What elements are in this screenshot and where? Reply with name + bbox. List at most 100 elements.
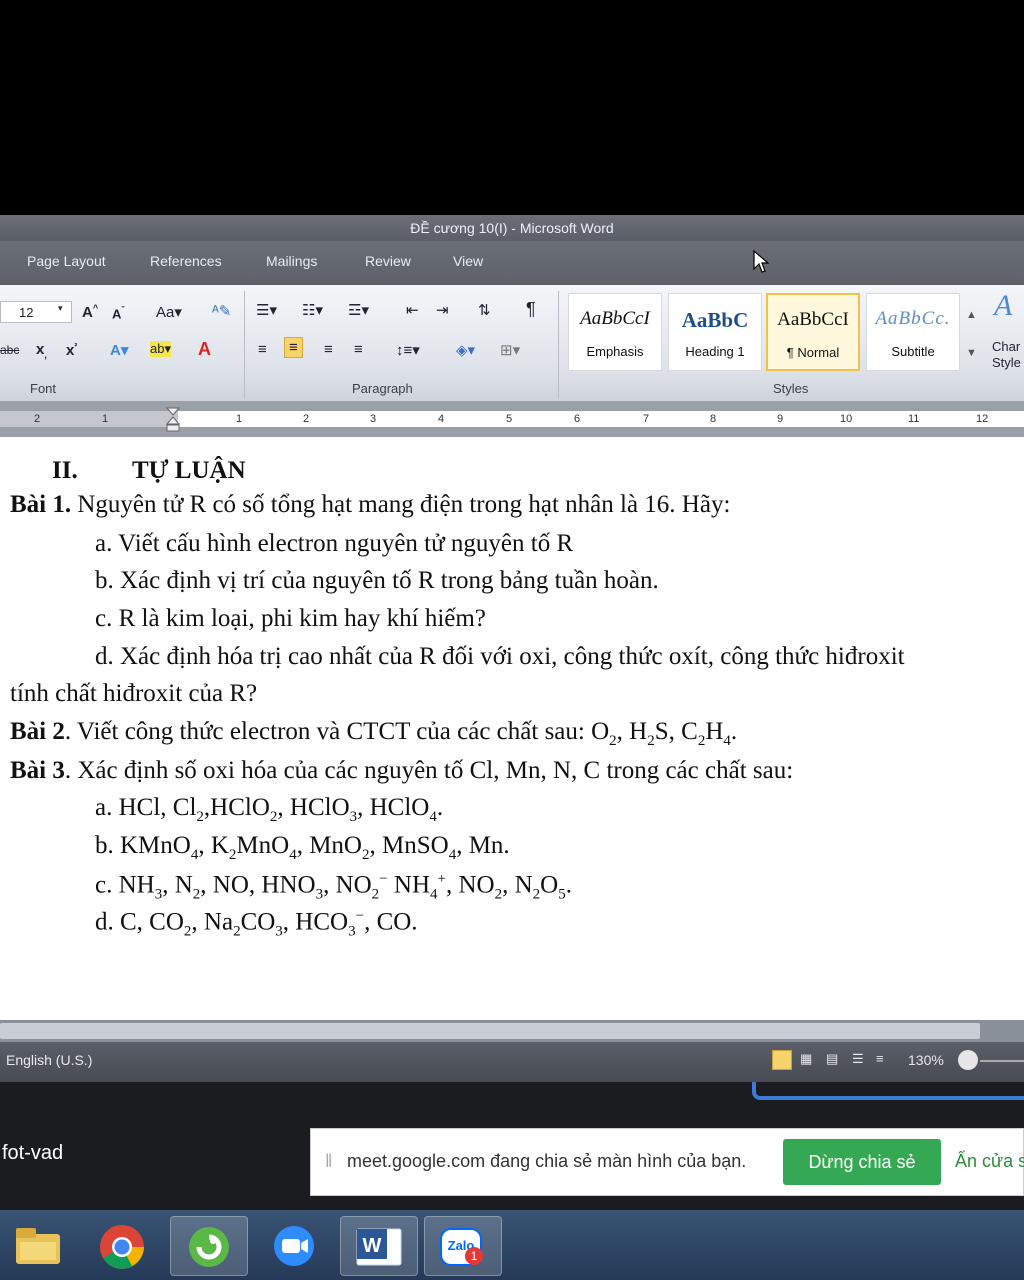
style-normal[interactable]: AaBbCcI ¶ Normal bbox=[766, 293, 860, 371]
exercise-label: Bài 1. bbox=[10, 491, 72, 518]
style-name: ¶ Normal bbox=[786, 345, 840, 360]
strikethrough-icon[interactable]: abc bbox=[0, 343, 19, 357]
zalo-button[interactable]: Zalo 1 bbox=[424, 1216, 502, 1276]
change-styles-label-2: Style bbox=[992, 355, 1021, 370]
line-spacing-icon[interactable]: ↕≡▾ bbox=[396, 341, 420, 359]
chrome-icon bbox=[100, 1225, 144, 1269]
change-case-icon[interactable]: Aa▾ bbox=[156, 303, 182, 321]
sort-icon[interactable]: ⇅ bbox=[478, 301, 491, 319]
word-button[interactable]: W bbox=[340, 1216, 418, 1276]
exercise-label: Bài 3 bbox=[10, 757, 65, 784]
exercise-label: Bài 2 bbox=[10, 718, 65, 745]
zoom-out-icon[interactable] bbox=[958, 1050, 978, 1070]
document-page[interactable]: II. TỰ LUẬN Bài 1. Nguyên tử R có số tổn… bbox=[0, 437, 1024, 1020]
font-color-icon[interactable]: A bbox=[198, 339, 211, 360]
highlight-icon[interactable]: ab▾ bbox=[150, 341, 171, 357]
align-center-icon[interactable]: ≡ bbox=[284, 337, 303, 358]
notification-badge: 1 bbox=[465, 1247, 483, 1265]
ruler-number: 2 bbox=[303, 413, 310, 425]
styles-more-icon[interactable]: ▼ bbox=[966, 347, 977, 359]
numbering-icon[interactable]: ☷▾ bbox=[302, 301, 323, 319]
screen-share-banner: ‖ meet.google.com đang chia sẻ màn hình … bbox=[310, 1128, 1024, 1196]
outline-icon[interactable]: ☰ bbox=[852, 1051, 864, 1067]
superscript-icon[interactable]: x² bbox=[66, 341, 77, 359]
exercise-1: Bài 1. Nguyên tử R có số tổng hạt mang đ… bbox=[10, 491, 730, 519]
clear-formatting-icon[interactable]: ᴬ✎ bbox=[212, 302, 231, 320]
align-right-icon[interactable]: ≡ bbox=[324, 341, 333, 358]
ruler-number: 9 bbox=[777, 413, 784, 425]
ruler-number: 12 bbox=[976, 413, 989, 425]
group-separator bbox=[558, 291, 559, 399]
share-message: meet.google.com đang chia sẻ màn hình củ… bbox=[347, 1151, 747, 1171]
window-title: ĐỀ cương 10(I) - Microsoft Word bbox=[410, 220, 614, 236]
green-app-icon bbox=[189, 1227, 229, 1267]
shrink-font-icon[interactable]: Aˇ bbox=[112, 305, 124, 321]
tab-review[interactable]: Review bbox=[365, 253, 411, 269]
green-app-button[interactable] bbox=[170, 1216, 248, 1276]
stop-sharing-button[interactable]: Dừng chia sẻ bbox=[783, 1139, 941, 1185]
ruler-number: 1 bbox=[236, 413, 243, 425]
text-effects-icon[interactable]: A▾ bbox=[110, 341, 128, 359]
zoom-level[interactable]: 130% bbox=[908, 1052, 944, 1068]
tab-page-layout[interactable]: Page Layout bbox=[27, 253, 106, 269]
print-layout-icon[interactable] bbox=[772, 1050, 792, 1070]
exercise-3-c: c. NH3, N2, NO, HNO3, NO2− NH4+, NO2, N2… bbox=[95, 871, 572, 903]
align-left-icon[interactable]: ≡ bbox=[258, 341, 267, 358]
ruler-number: 6 bbox=[574, 413, 581, 425]
style-heading-1[interactable]: AaBbC Heading 1 bbox=[668, 293, 762, 371]
grow-font-icon[interactable]: A^ bbox=[82, 303, 98, 321]
language-indicator[interactable]: English (U.S.) bbox=[6, 1052, 92, 1068]
ruler-number: 10 bbox=[840, 413, 853, 425]
subscript-icon[interactable]: x, bbox=[36, 341, 47, 360]
tab-mailings[interactable]: Mailings bbox=[266, 253, 317, 269]
tab-view[interactable]: View bbox=[453, 253, 483, 269]
style-emphasis[interactable]: AaBbCcI Emphasis bbox=[568, 293, 662, 371]
change-styles-button[interactable]: Char Style bbox=[992, 339, 1021, 371]
chrome-button[interactable] bbox=[84, 1216, 160, 1274]
decrease-indent-icon[interactable]: ⇤ bbox=[406, 301, 419, 319]
justify-icon[interactable]: ≡ bbox=[354, 341, 363, 358]
ruler-number: 2 bbox=[34, 413, 41, 425]
font-size-value: 12 bbox=[19, 305, 34, 320]
bullets-icon[interactable]: ☰▾ bbox=[256, 301, 277, 319]
styles-scroll-up-icon[interactable]: ▲ bbox=[966, 309, 977, 321]
file-explorer-icon bbox=[16, 1228, 60, 1264]
change-styles-label-1: Char bbox=[992, 339, 1021, 354]
hide-window-link[interactable]: Ẩn cửa sổ bbox=[955, 1151, 1024, 1172]
exercise-3-d: d. C, CO2, Na2CO3, HCO3−, CO. bbox=[95, 908, 418, 940]
status-bar: English (U.S.) ▦ ▤ ☰ ≡ 130% bbox=[0, 1042, 1024, 1082]
show-formatting-icon[interactable]: ¶ bbox=[526, 299, 536, 320]
ruler[interactable]: 2 1 1 2 3 4 5 6 7 8 9 10 11 12 bbox=[0, 401, 1024, 437]
ruler-number: 3 bbox=[370, 413, 377, 425]
ruler-number: 5 bbox=[506, 413, 513, 425]
web-layout-icon[interactable]: ▤ bbox=[826, 1051, 838, 1067]
shading-icon[interactable]: ◈▾ bbox=[456, 341, 475, 359]
file-explorer-button[interactable] bbox=[0, 1216, 76, 1274]
indent-marker-icon[interactable] bbox=[166, 407, 180, 433]
exercise-3: Bài 3. Xác định số oxi hóa của các nguyê… bbox=[10, 757, 793, 785]
increase-indent-icon[interactable]: ⇥ bbox=[436, 301, 449, 319]
font-group-label: Font bbox=[30, 381, 57, 396]
exercise-text: . Xác định số oxi hóa của các nguyên tố … bbox=[64, 757, 794, 784]
full-screen-reading-icon[interactable]: ▦ bbox=[800, 1051, 812, 1067]
svg-text:W: W bbox=[363, 1235, 382, 1257]
ruler-number: 11 bbox=[908, 413, 920, 425]
horizontal-scrollbar[interactable] bbox=[0, 1020, 1024, 1042]
tab-references[interactable]: References bbox=[150, 253, 222, 269]
scrollbar-thumb[interactable] bbox=[0, 1023, 980, 1039]
window-title-bar: ĐỀ cương 10(I) - Microsoft Word bbox=[0, 215, 1024, 241]
zoom-icon bbox=[274, 1226, 314, 1266]
ribbon: 12 ▾ A^ Aˇ Aa▾ ᴬ✎ abc x, x² A▾ ab▾ A Fon… bbox=[0, 285, 1024, 401]
draft-icon[interactable]: ≡ bbox=[876, 1051, 884, 1066]
style-subtitle[interactable]: AaBbCc. Subtitle bbox=[866, 293, 960, 371]
drag-handle-icon[interactable]: ‖ bbox=[325, 1151, 332, 1172]
meet-window-edge bbox=[752, 1082, 1024, 1100]
font-size-dropdown-icon[interactable]: ▾ bbox=[58, 303, 63, 314]
style-sample: AaBbCcI bbox=[580, 308, 650, 329]
borders-icon[interactable]: ⊞▾ bbox=[500, 341, 520, 359]
multilevel-list-icon[interactable]: ☲▾ bbox=[348, 301, 369, 319]
zoom-slider[interactable] bbox=[980, 1060, 1024, 1062]
zoom-app-button[interactable] bbox=[256, 1216, 332, 1274]
exercise-2: Bài 2. Viết công thức electron và CTCT c… bbox=[10, 718, 737, 750]
change-styles-icon[interactable]: A bbox=[994, 289, 1012, 323]
